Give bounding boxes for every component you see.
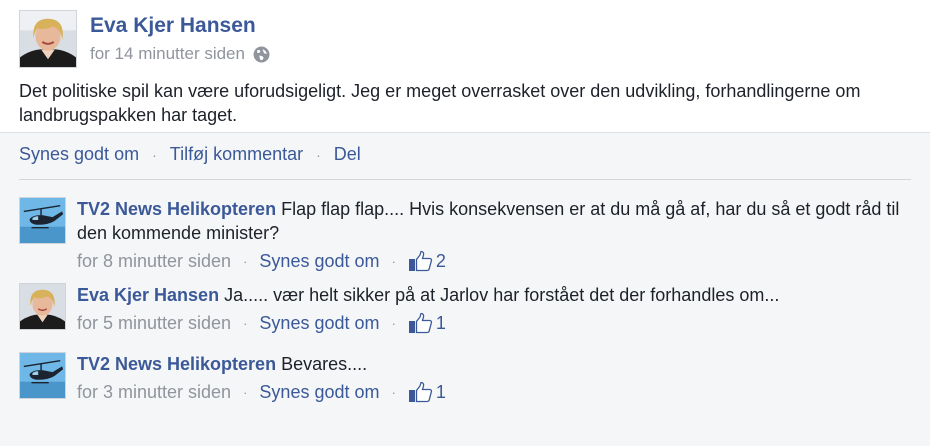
like-count-value: 1 xyxy=(435,312,446,333)
thumbs-up-icon xyxy=(408,250,432,272)
comment-text: Ja..... vær helt sikker på at Jarlov har… xyxy=(224,285,780,305)
comment-meta: for 3 minutter siden · Synes godt om · 1 xyxy=(77,381,446,403)
comment-like-link[interactable]: Synes godt om xyxy=(259,313,379,334)
helicopter-avatar-icon xyxy=(20,353,65,398)
comment-avatar[interactable] xyxy=(19,283,66,330)
globe-icon[interactable] xyxy=(253,46,270,63)
comment-meta: for 8 minutter siden · Synes godt om · 2 xyxy=(77,250,446,272)
meta-separator: · xyxy=(243,384,248,400)
like-count[interactable]: 1 xyxy=(408,381,446,403)
like-post-link[interactable]: Synes godt om xyxy=(19,144,139,165)
person-avatar-icon xyxy=(20,11,76,67)
helicopter-avatar-icon xyxy=(20,198,65,243)
comment-body: TV2 News Helikopteren Flap flap flap....… xyxy=(77,197,917,245)
comment-like-link[interactable]: Synes godt om xyxy=(259,251,379,272)
share-link[interactable]: Del xyxy=(334,144,361,165)
comment-avatar[interactable] xyxy=(19,197,66,244)
meta-separator: · xyxy=(391,253,396,269)
comment-body: Eva Kjer Hansen Ja..... vær helt sikker … xyxy=(77,283,917,307)
post-author-name[interactable]: Eva Kjer Hansen xyxy=(90,14,256,38)
meta-separator: · xyxy=(391,315,396,331)
comment-meta: for 5 minutter siden · Synes godt om · 1 xyxy=(77,312,446,334)
post-meta: for 14 minutter siden xyxy=(90,44,270,64)
comment-like-link[interactable]: Synes godt om xyxy=(259,382,379,403)
comment-timestamp[interactable]: for 3 minutter siden xyxy=(77,382,231,403)
meta-separator: · xyxy=(243,315,248,331)
action-separator: · xyxy=(316,146,321,163)
post-text: Det politiske spil kan være uforudsigeli… xyxy=(19,81,861,125)
meta-separator: · xyxy=(243,253,248,269)
comment-author[interactable]: Eva Kjer Hansen xyxy=(77,285,219,305)
like-count-value: 1 xyxy=(435,381,446,402)
comment-avatar[interactable] xyxy=(19,352,66,399)
comment-author[interactable]: TV2 News Helikopteren xyxy=(77,199,276,219)
action-separator: · xyxy=(152,146,157,163)
thumbs-up-icon xyxy=(408,381,432,403)
like-count-value: 2 xyxy=(435,250,446,271)
post-card: Eva Kjer Hansen for 14 minutter siden De… xyxy=(0,0,930,133)
thumbs-up-icon xyxy=(408,312,432,334)
comment-text: Bevares.... xyxy=(281,354,368,374)
author-avatar[interactable] xyxy=(19,10,77,68)
person-avatar-icon xyxy=(20,284,65,329)
comment-body: TV2 News Helikopteren Bevares.... xyxy=(77,352,917,376)
like-count[interactable]: 1 xyxy=(408,312,446,334)
add-comment-link[interactable]: Tilføj kommentar xyxy=(170,144,303,165)
divider xyxy=(19,179,911,180)
like-count[interactable]: 2 xyxy=(408,250,446,272)
meta-separator: · xyxy=(391,384,396,400)
post-timestamp[interactable]: for 14 minutter siden xyxy=(90,44,245,64)
post-actions: Synes godt om · Tilføj kommentar · Del xyxy=(19,144,361,165)
comment-author[interactable]: TV2 News Helikopteren xyxy=(77,354,276,374)
comment-timestamp[interactable]: for 5 minutter siden xyxy=(77,313,231,334)
comment-timestamp[interactable]: for 8 minutter siden xyxy=(77,251,231,272)
